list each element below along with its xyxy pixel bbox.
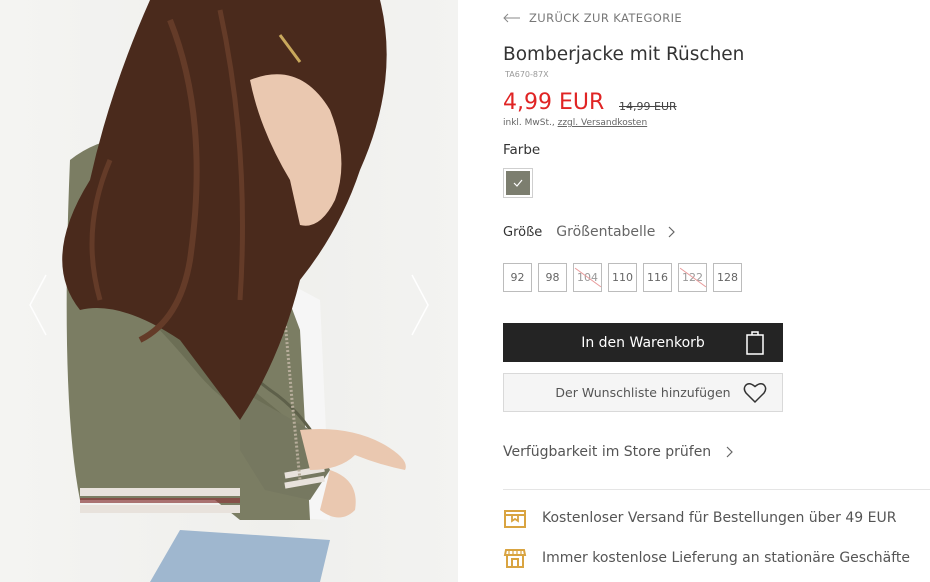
size-table-label: Größentabelle (556, 224, 656, 240)
color-swatch-olive[interactable] (503, 168, 533, 198)
store-icon (503, 549, 527, 568)
size-option-116[interactable]: 116 (643, 263, 672, 292)
add-to-wishlist-button[interactable]: Der Wunschliste hinzufügen (503, 373, 783, 412)
shopping-bag-icon (746, 331, 764, 355)
current-price: 4,99 EUR (503, 90, 605, 115)
product-image (62, 0, 406, 582)
store-availability-label: Verfügbarkeit im Store prüfen (503, 444, 712, 460)
store-availability-link[interactable]: Verfügbarkeit im Store prüfen (503, 444, 734, 460)
gallery-prev-button[interactable] (24, 270, 54, 340)
benefit-store-delivery-text: Immer kostenlose Lieferung an stationäre… (542, 550, 911, 566)
size-option-128[interactable]: 128 (713, 263, 742, 292)
add-to-cart-button[interactable]: In den Warenkorb (503, 323, 783, 362)
size-option-104-unavailable: 104 (573, 263, 602, 292)
heart-icon (743, 383, 767, 404)
gallery-next-button[interactable] (404, 270, 434, 340)
product-sku: TA670-87X (505, 70, 549, 79)
size-option-92[interactable]: 92 (503, 263, 532, 292)
product-info: ZURÜCK ZUR KATEGORIE Bomberjacke mit Rüs… (503, 0, 930, 582)
benefit-free-shipping: Kostenloser Versand für Bestellungen übe… (503, 506, 896, 530)
back-label: ZURÜCK ZUR KATEGORIE (529, 11, 683, 25)
size-header: Größe Größentabelle (503, 224, 676, 240)
back-to-category-link[interactable]: ZURÜCK ZUR KATEGORIE (503, 11, 682, 25)
checkmark-icon (513, 179, 523, 187)
product-title: Bomberjacke mit Rüschen (503, 44, 745, 65)
chevron-left-icon (29, 274, 47, 336)
size-label: Größe (503, 224, 543, 240)
tax-prefix: inkl. MwSt., (503, 118, 555, 128)
chevron-right-icon (726, 446, 734, 458)
benefit-store-delivery: Immer kostenlose Lieferung an stationäre… (503, 546, 910, 570)
arrow-left-icon (503, 13, 520, 23)
add-to-cart-label: In den Warenkorb (581, 334, 705, 351)
tax-note: inkl. MwSt., zzgl. Versandkosten (503, 118, 647, 128)
shipping-costs-link[interactable]: zzgl. Versandkosten (558, 118, 648, 128)
divider (503, 489, 930, 490)
old-price: 14,99 EUR (619, 100, 677, 113)
size-option-122-unavailable: 122 (678, 263, 707, 292)
size-option-110[interactable]: 110 (608, 263, 637, 292)
add-to-wishlist-label: Der Wunschliste hinzufügen (555, 385, 731, 400)
benefit-free-shipping-text: Kostenloser Versand für Bestellungen übe… (542, 510, 897, 526)
chevron-right-icon (411, 274, 429, 336)
product-photo (0, 0, 458, 582)
delivery-box-icon (504, 510, 526, 528)
color-label: Farbe (503, 142, 541, 158)
size-options: 92 98 104 110 116 122 128 (503, 263, 748, 292)
size-option-98[interactable]: 98 (538, 263, 567, 292)
chevron-right-icon (668, 226, 676, 238)
size-table-link[interactable]: Größentabelle (556, 224, 676, 240)
